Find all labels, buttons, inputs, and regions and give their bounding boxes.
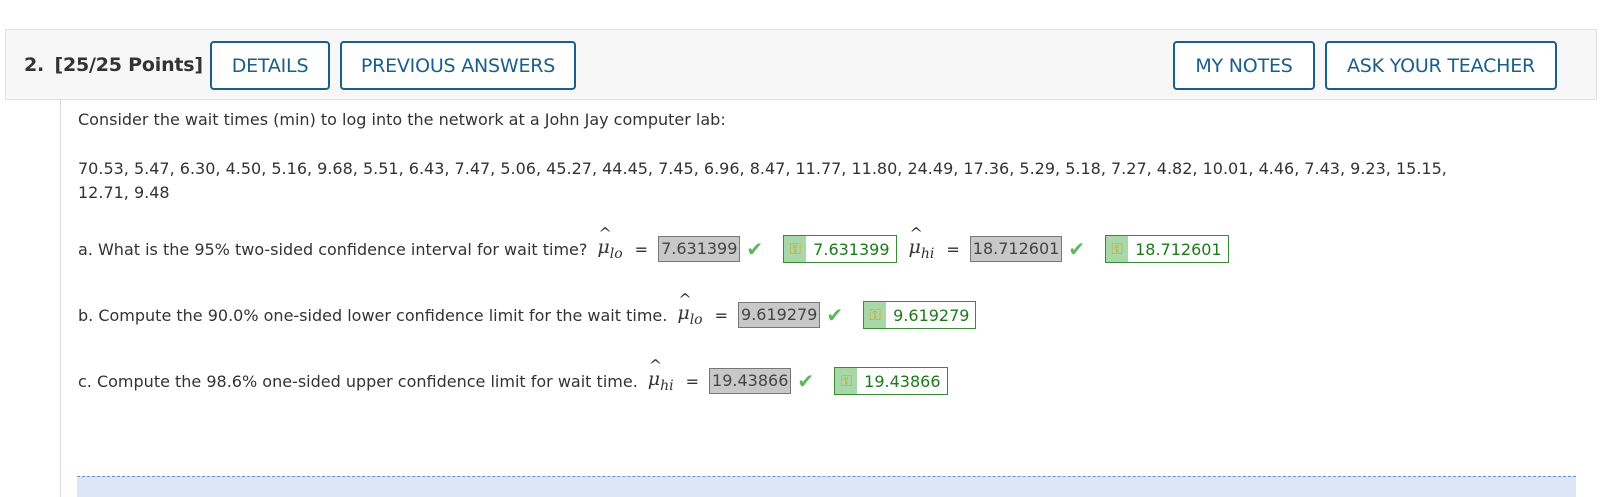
- key-icon: ⚿: [1106, 236, 1129, 262]
- part-a-hi-key-value: 18.712601: [1135, 239, 1222, 259]
- part-b-text: b. Compute the 90.0% one-sided lower con…: [78, 305, 668, 325]
- part-b-key-value: 9.619279: [893, 305, 970, 325]
- mu-lo-symbol: ^ μlo: [597, 224, 623, 262]
- mu-hi-symbol: ^ μhi: [647, 356, 674, 394]
- part-c-answer[interactable]: 19.43866: [709, 368, 792, 394]
- part-a-lo-answer[interactable]: 7.631399: [658, 236, 741, 262]
- data-values-line-1: 70.53, 5.47, 6.30, 4.50, 5.16, 9.68, 5.5…: [78, 159, 1447, 178]
- mu-hi-symbol: ^ μhi: [908, 224, 935, 262]
- part-a-hi-key: ⚿ 18.712601: [1105, 235, 1229, 263]
- equals-sign: =: [685, 371, 700, 391]
- key-icon: ⚿: [864, 302, 887, 328]
- part-b-key: ⚿ 9.619279: [863, 301, 977, 329]
- question-title: 2. [25/25 Points]: [24, 54, 203, 76]
- key-icon: ⚿: [784, 236, 807, 262]
- part-a-row: a. What is the 95% two-sided confidence …: [78, 224, 1229, 263]
- equals-sign: =: [946, 239, 960, 259]
- question-number: 2.: [24, 54, 45, 76]
- part-a-lo-key: ⚿ 7.631399: [783, 235, 897, 263]
- my-notes-button[interactable]: MY NOTES: [1173, 41, 1315, 90]
- ask-your-teacher-button[interactable]: ASK YOUR TEACHER: [1325, 41, 1557, 90]
- part-a-text: a. What is the 95% two-sided confidence …: [78, 239, 588, 259]
- question-points: [25/25 Points]: [54, 54, 203, 76]
- equals-sign: =: [634, 239, 649, 259]
- data-values-line-2: 12.71, 9.48: [78, 183, 170, 202]
- solution-explanation-panel[interactable]: [77, 476, 1576, 497]
- correct-check-icon: ✔: [826, 303, 844, 327]
- part-b-row: b. Compute the 90.0% one-sided lower con…: [78, 290, 977, 329]
- part-a-hi-answer[interactable]: 18.712601: [969, 236, 1063, 262]
- part-c-text: c. Compute the 98.6% one-sided upper con…: [78, 371, 638, 391]
- key-icon: ⚿: [835, 368, 858, 394]
- part-c-key: ⚿ 19.43866: [834, 367, 948, 395]
- mu-lo-symbol: ^ μlo: [677, 290, 703, 328]
- part-a-lo-key-value: 7.631399: [813, 239, 890, 259]
- correct-check-icon: ✔: [746, 237, 764, 261]
- question-body: Consider the wait times (min) to log int…: [60, 100, 1600, 497]
- equals-sign: =: [714, 305, 729, 325]
- question-header: 2. [25/25 Points] DETAILS PREVIOUS ANSWE…: [5, 29, 1597, 100]
- correct-check-icon: ✔: [797, 369, 815, 393]
- part-c-key-value: 19.43866: [864, 371, 941, 391]
- part-b-answer[interactable]: 9.619279: [738, 302, 821, 328]
- correct-check-icon: ✔: [1068, 237, 1086, 261]
- previous-answers-button[interactable]: PREVIOUS ANSWERS: [340, 41, 576, 90]
- details-button[interactable]: DETAILS: [210, 41, 330, 90]
- question-prompt: Consider the wait times (min) to log int…: [78, 110, 726, 129]
- part-c-row: c. Compute the 98.6% one-sided upper con…: [78, 356, 948, 395]
